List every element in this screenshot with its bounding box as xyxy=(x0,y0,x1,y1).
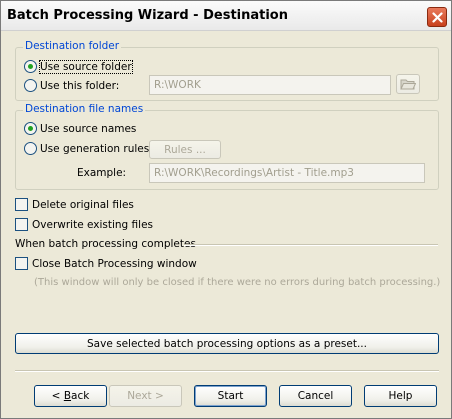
overwrite-existing-files-label: Overwrite existing files xyxy=(32,218,154,231)
folder-path-field[interactable]: R:\WORK xyxy=(149,75,391,95)
help-button[interactable]: Help xyxy=(364,385,437,407)
example-label: Example: xyxy=(77,167,127,179)
back-suffix: ack xyxy=(71,390,90,402)
close-batch-window-label: Close Batch Processing window xyxy=(32,257,197,270)
next-button[interactable]: Next > xyxy=(109,385,182,407)
title-bar[interactable]: Batch Processing Wizard - Destination xyxy=(1,1,451,31)
batch-processing-wizard-window: Batch Processing Wizard - Destination De… xyxy=(0,0,452,419)
delete-original-files-label: Delete original files xyxy=(32,198,134,211)
back-button[interactable]: < Back xyxy=(34,385,107,407)
use-source-names-label: Use source names xyxy=(40,122,137,135)
use-generation-rules-radio[interactable]: Use generation rules xyxy=(24,142,149,155)
completion-divider xyxy=(184,244,438,246)
example-field: R:\WORK\Recordings\Artist - Title.mp3 xyxy=(149,163,425,183)
window-title: Batch Processing Wizard - Destination xyxy=(7,8,288,23)
completion-heading: When batch processing completes xyxy=(15,238,196,250)
use-source-folder-label: Use source folder xyxy=(39,59,133,74)
radio-selected-dot xyxy=(28,64,33,69)
cancel-button[interactable]: Cancel xyxy=(279,385,352,407)
use-this-folder-radio[interactable]: Use this folder: xyxy=(24,79,119,92)
completion-note: (This window will only be closed if ther… xyxy=(34,277,441,288)
destination-file-names-legend: Destination file names xyxy=(23,103,146,115)
radio-button[interactable] xyxy=(24,79,37,92)
overwrite-existing-files-checkbox[interactable]: Overwrite existing files xyxy=(15,218,153,231)
radio-selected-dot xyxy=(28,126,33,131)
footer-divider xyxy=(15,370,439,372)
checkbox[interactable] xyxy=(15,257,28,270)
use-this-folder-label: Use this folder: xyxy=(40,79,120,92)
use-generation-rules-label: Use generation rules xyxy=(40,142,150,155)
destination-folder-legend: Destination folder xyxy=(23,40,122,52)
close-batch-window-checkbox[interactable]: Close Batch Processing window xyxy=(15,257,197,270)
close-button[interactable] xyxy=(427,7,447,27)
radio-button[interactable] xyxy=(24,60,37,73)
back-hotkey: B xyxy=(63,390,72,402)
checkbox[interactable] xyxy=(15,198,28,211)
checkbox[interactable] xyxy=(15,218,28,231)
use-source-folder-radio[interactable]: Use source folder xyxy=(24,59,133,74)
delete-original-files-checkbox[interactable]: Delete original files xyxy=(15,198,134,211)
radio-button[interactable] xyxy=(24,122,37,135)
save-preset-button[interactable]: Save selected batch processing options a… xyxy=(15,333,439,354)
start-button[interactable]: Start xyxy=(194,385,267,407)
close-x-icon xyxy=(431,11,443,23)
rules-button[interactable]: Rules ... xyxy=(149,140,221,159)
use-source-names-radio[interactable]: Use source names xyxy=(24,122,136,135)
radio-button[interactable] xyxy=(24,142,37,155)
folder-open-icon xyxy=(400,79,416,90)
browse-folder-button[interactable] xyxy=(396,74,420,94)
back-prefix: < xyxy=(51,390,64,402)
